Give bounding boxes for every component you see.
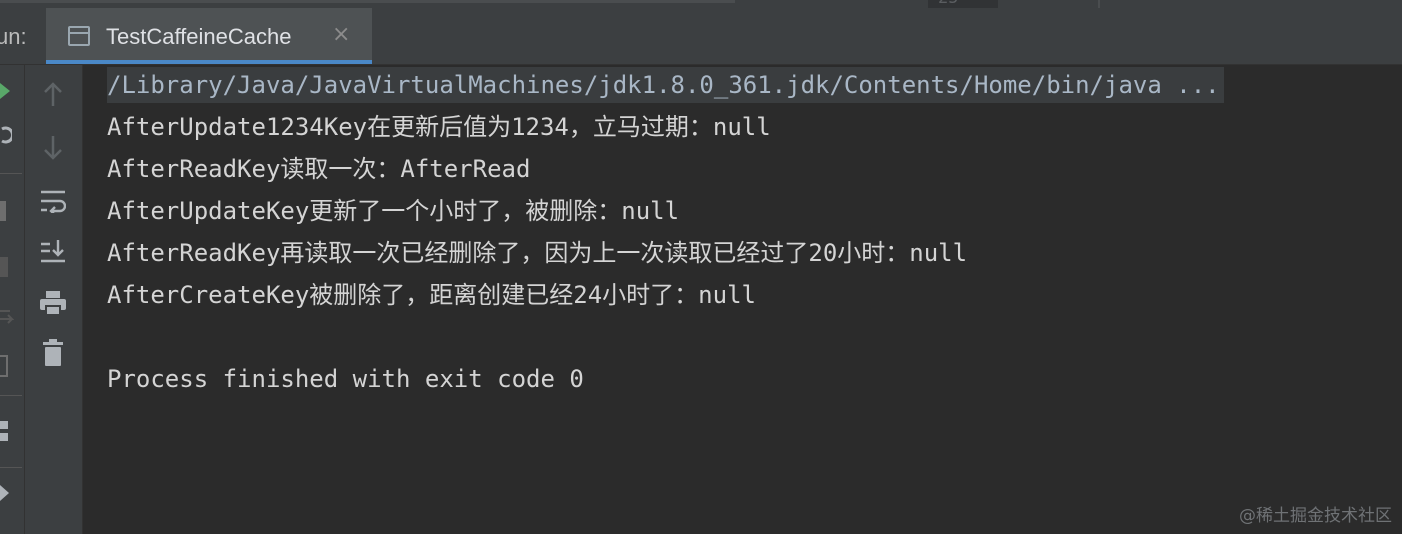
console-line-command: /Library/Java/JavaVirtualMachines/jdk1.8… (107, 67, 1224, 103)
scroll-to-end-icon (41, 240, 65, 263)
run-tool-window: 25 un: TestCaffeineCache × (0, 0, 1402, 534)
line-number: 25 (938, 0, 958, 8)
suspend-icon[interactable] (0, 257, 8, 277)
console-toolbar (25, 65, 83, 534)
console-line-exit-status: Process finished with exit code 0 (107, 365, 584, 393)
separator (0, 173, 22, 174)
layout-icon[interactable] (0, 355, 8, 377)
watermark: @稀土掘金技术社区 (1239, 506, 1392, 526)
arrow-up-icon (44, 82, 62, 106)
active-tab-indicator (46, 60, 372, 64)
rerun-icon[interactable] (0, 83, 10, 99)
editor-divider (1098, 0, 1100, 8)
print-button[interactable] (37, 287, 69, 319)
up-stack-button[interactable] (37, 79, 69, 111)
close-icon[interactable]: × (332, 22, 350, 47)
console-line: AfterUpdateKey更新了一个小时了，被删除：null (107, 197, 680, 225)
soft-wrap-button[interactable] (37, 185, 69, 217)
soft-wrap-icon (41, 190, 66, 213)
editor-scrollbar-remnant (0, 0, 735, 3)
trash-icon (43, 339, 63, 366)
tab-testcaffeinecache[interactable]: TestCaffeineCache × (46, 8, 372, 64)
run-tab-bar: un: TestCaffeineCache × (0, 8, 1402, 65)
console-window-icon (68, 26, 90, 46)
console-line: AfterCreateKey被删除了，距离创建已经24小时了：null (107, 281, 756, 309)
separator (0, 467, 22, 468)
run-label: un: (0, 24, 27, 49)
expand-icon[interactable] (0, 485, 10, 501)
dump-threads-icon[interactable] (0, 307, 14, 329)
settings-grid-icon[interactable] (0, 421, 10, 443)
console-line: AfterUpdate1234Key在更新后值为1234，立马过期：null (107, 113, 771, 141)
run-actions-strip (0, 65, 25, 534)
stop-icon[interactable] (0, 201, 6, 221)
clear-all-button[interactable] (37, 337, 69, 369)
print-icon (40, 291, 66, 316)
arrow-down-icon (44, 136, 62, 160)
separator (0, 395, 22, 396)
console-line: AfterReadKey读取一次：AfterRead (107, 155, 531, 183)
scroll-to-end-button[interactable] (37, 235, 69, 267)
console-output[interactable]: /Library/Java/JavaVirtualMachines/jdk1.8… (83, 65, 1402, 534)
tab-label: TestCaffeineCache (106, 24, 292, 49)
down-stack-button[interactable] (37, 131, 69, 163)
console-line: AfterReadKey再读取一次已经删除了，因为上一次读取已经过了20小时：n… (107, 239, 968, 267)
restart-icon[interactable] (0, 125, 12, 145)
